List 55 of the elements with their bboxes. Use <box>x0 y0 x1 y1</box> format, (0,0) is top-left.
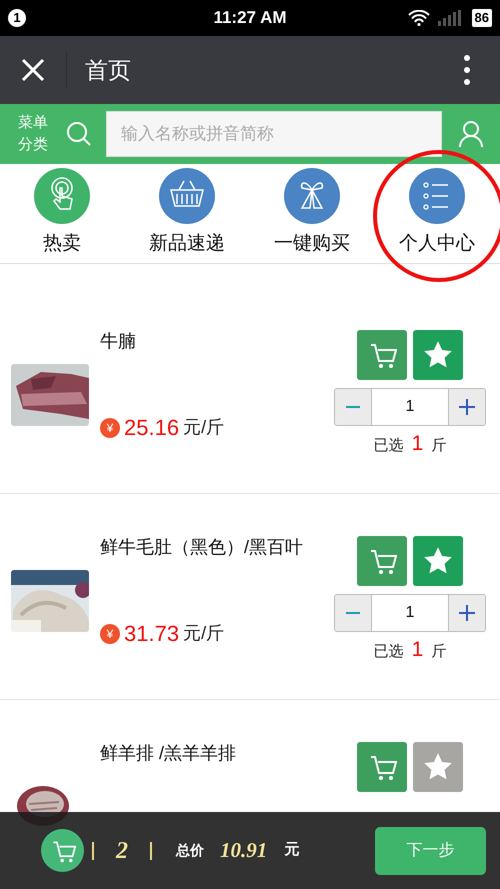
price-unit: 元/斤 <box>183 622 224 645</box>
battery-indicator: 86 <box>472 9 492 27</box>
selected-label: 已选 <box>374 642 404 662</box>
user-icon <box>458 120 484 148</box>
star-icon <box>423 340 453 370</box>
decrease-button[interactable] <box>335 389 372 425</box>
plus-icon <box>459 605 475 621</box>
product-price: 25.16 <box>124 414 180 442</box>
clock: 11:27 AM <box>212 7 288 30</box>
quantity-field[interactable]: 1 <box>372 389 448 425</box>
price-unit: 元/斤 <box>183 416 224 439</box>
search-icon <box>66 121 92 147</box>
more-button[interactable] <box>462 55 472 85</box>
search-field[interactable]: 输入名称或拼音简称 <box>106 111 442 157</box>
cart-count: 2 <box>116 836 128 866</box>
selected-quantity: 1 <box>412 637 424 663</box>
product-name: 鲜羊排 /羔羊羊排 <box>100 742 236 765</box>
increase-button[interactable] <box>448 389 485 425</box>
wifi-icon <box>408 10 430 26</box>
total-price: 10.91 <box>220 836 268 864</box>
favorite-button[interactable] <box>413 742 463 792</box>
signal-icon <box>438 10 464 26</box>
product-name: 牛腩 <box>100 330 136 353</box>
add-to-cart-button[interactable] <box>357 536 407 586</box>
selected-label: 已选 <box>374 436 404 456</box>
selected-unit: 斤 <box>431 436 446 456</box>
nav-button[interactable]: 新品速递 <box>132 168 242 258</box>
product-name: 鲜牛毛肚（黑色）/黑百叶 <box>100 536 304 559</box>
star-icon <box>423 546 453 576</box>
product-price: 31.73 <box>124 620 180 648</box>
quantity-field[interactable]: 1 <box>372 595 448 631</box>
selected-quantity: 1 <box>412 431 424 457</box>
star-icon <box>423 752 453 782</box>
total-unit: 元 <box>284 840 300 860</box>
decrease-button[interactable] <box>335 595 372 631</box>
nav-button[interactable]: 个人中心 <box>382 168 492 258</box>
cart-button[interactable] <box>41 829 84 872</box>
favorite-button[interactable] <box>413 536 463 586</box>
currency-badge: ¥ <box>100 418 120 438</box>
minus-icon <box>346 406 360 408</box>
plus-icon <box>459 399 475 415</box>
minus-icon <box>346 612 360 614</box>
favorite-button[interactable] <box>413 330 463 380</box>
more-icon <box>464 55 470 85</box>
notification-badge: 1 <box>8 9 26 27</box>
page-title: 首页 <box>85 56 131 85</box>
currency-badge: ¥ <box>100 624 120 644</box>
add-to-cart-button[interactable] <box>357 330 407 380</box>
increase-button[interactable] <box>448 595 485 631</box>
nav-button[interactable]: 热卖 <box>7 168 117 258</box>
add-to-cart-button[interactable] <box>357 742 407 792</box>
close-icon <box>21 58 45 82</box>
selected-unit: 斤 <box>431 642 446 662</box>
nav-button[interactable]: 一键购买 <box>257 168 367 258</box>
total-label: 总价 <box>176 841 204 860</box>
